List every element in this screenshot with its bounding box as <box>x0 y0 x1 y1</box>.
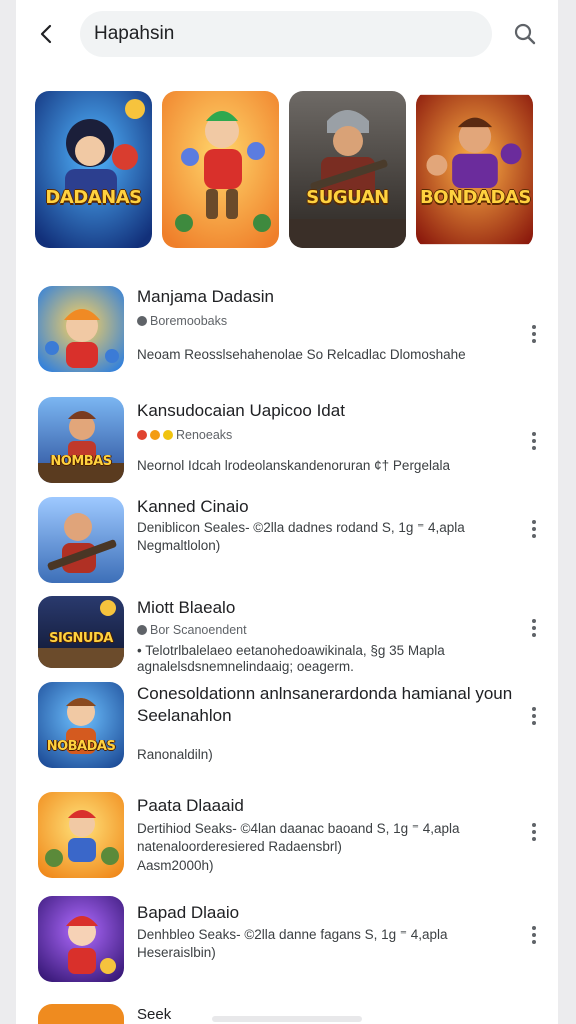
more-vert-icon <box>532 823 536 827</box>
featured-card[interactable]: BONDADAS <box>416 91 533 248</box>
app-meta-text: Boremoobaks <box>150 314 228 328</box>
list-item[interactable]: Bapad Dlaaio Denhbleo Seaks- ©2lla danne… <box>16 896 558 996</box>
search-query: Hapahsin <box>94 23 175 44</box>
app-description: • Telotrlbalelaeo eetanohedoawikinala, §… <box>137 643 445 658</box>
app-description: Ranonaldiln) <box>137 747 213 762</box>
game-artwork <box>162 91 279 248</box>
app-description: Negmaltlolon) <box>137 538 221 553</box>
app-description: Deniblicon Seales- ©2lla dadnes rodand S… <box>137 520 465 535</box>
thumbnail-label: NOBADAS <box>46 739 116 754</box>
top-bar: Hapahsin <box>16 0 558 70</box>
app-description: Neornol Idcah lrodeolanskandenoruran ¢† … <box>137 458 450 473</box>
app-description: Neoam Reosslsehahenolae So Relcadlac Dlo… <box>137 347 466 362</box>
featured-card[interactable]: SUGUAN <box>289 91 406 248</box>
thumbnail-label: SIGNUDA <box>49 631 113 646</box>
thumbnail-label: NOMBAS <box>50 454 112 469</box>
list-item[interactable]: Paata Dlaaaid Dertihiod Seaks- ©4lan daa… <box>16 786 558 896</box>
app-description: agnalelsdsnemnelindaaig; oeagerm. <box>137 659 354 674</box>
app-description: Dertihiod Seaks- ©4lan daanac baoand S, … <box>137 821 460 836</box>
app-thumbnail: NOMBAS <box>38 397 124 483</box>
app-title-line2: Seelanahlon <box>137 706 232 725</box>
badge-icon <box>163 430 173 440</box>
more-vert-icon <box>532 520 536 524</box>
more-vert-icon <box>532 926 536 930</box>
badge-icon <box>137 430 147 440</box>
more-vert-icon <box>532 619 536 623</box>
app-thumbnail <box>38 792 124 878</box>
more-vert-icon <box>532 325 536 329</box>
app-meta: Boremoobaks <box>137 314 227 328</box>
more-options-button[interactable] <box>522 517 546 541</box>
featured-carousel: DADANAS SUGUAN BONDADAS <box>35 91 545 248</box>
more-vert-icon <box>532 707 536 711</box>
list-item[interactable]: Manjama Dadasin Boremoobaks Neoam Reossl… <box>16 270 558 380</box>
more-vert-icon <box>532 432 536 436</box>
game-artwork <box>289 91 406 248</box>
more-options-button[interactable] <box>522 704 546 728</box>
app-description: natenaloorderesiered Radaensbrl) <box>137 839 342 854</box>
list-item[interactable]: NOBADAS Conesoldationn anlnsanerardonda … <box>16 676 558 786</box>
app-title: Kanned Cinaio <box>137 497 249 516</box>
list-item[interactable]: Kanned Cinaio Deniblicon Seales- ©2lla d… <box>16 490 558 590</box>
back-button[interactable] <box>34 22 58 46</box>
list-item[interactable]: SIGNUDA Miott Blaealo Bor Scanoendent • … <box>16 590 558 676</box>
featured-card[interactable]: DADANAS <box>35 91 152 248</box>
app-description: Heseraislbin) <box>137 945 216 960</box>
app-meta: Renoeaks <box>137 428 232 442</box>
search-input[interactable]: Hapahsin <box>80 11 492 57</box>
game-artwork <box>416 94 533 245</box>
app-title: Conesoldationn anlnsanerardonda hamianal… <box>137 684 513 703</box>
app-title: Miott Blaealo <box>137 598 236 617</box>
app-thumbnail <box>38 497 124 583</box>
more-options-button[interactable] <box>522 429 546 453</box>
app-title: Manjama Dadasin <box>137 287 275 306</box>
more-options-button[interactable] <box>522 923 546 947</box>
more-options-button[interactable] <box>522 322 546 346</box>
app-meta-text: Bor Scanoendent <box>150 623 247 637</box>
search-icon <box>514 23 536 45</box>
app-thumbnail: NOBADAS <box>38 682 124 768</box>
app-title-partial: Seek <box>137 1006 172 1023</box>
list-item[interactable]: NOMBAS Kansudocaian Uapicoo Idat Renoeak… <box>16 380 558 490</box>
chevron-left-icon <box>40 24 52 44</box>
app-title: Kansudocaian Uapicoo Idat <box>137 401 345 420</box>
more-options-button[interactable] <box>522 820 546 844</box>
app-title: Paata Dlaaaid <box>137 796 244 815</box>
app-description: Aasm2000h) <box>137 858 214 873</box>
app-title: Bapad Dlaaio <box>137 903 240 922</box>
featured-card[interactable] <box>162 91 279 248</box>
badge-icon <box>150 430 160 440</box>
app-screen: Hapahsin DADANAS SUGUAN BONDADAS Manjama… <box>16 0 558 1024</box>
thumb-icon <box>137 625 147 635</box>
featured-title: BONDADAS <box>420 187 531 208</box>
thumb-icon <box>137 316 147 326</box>
featured-title: DADANAS <box>45 187 142 208</box>
game-artwork <box>35 91 152 248</box>
app-thumbnail <box>38 286 124 372</box>
search-button[interactable] <box>512 21 538 47</box>
app-thumbnail <box>38 896 124 982</box>
app-thumbnail-partial[interactable] <box>38 1004 124 1024</box>
app-thumbnail: SIGNUDA <box>38 596 124 668</box>
featured-title: SUGUAN <box>306 187 389 208</box>
app-description: Denhbleo Seaks- ©2lla danne fagans S, 1g… <box>137 927 448 942</box>
app-meta: Bor Scanoendent <box>137 623 247 637</box>
home-indicator <box>212 1016 362 1022</box>
more-options-button[interactable] <box>522 616 546 640</box>
app-meta-text: Renoeaks <box>176 428 233 442</box>
